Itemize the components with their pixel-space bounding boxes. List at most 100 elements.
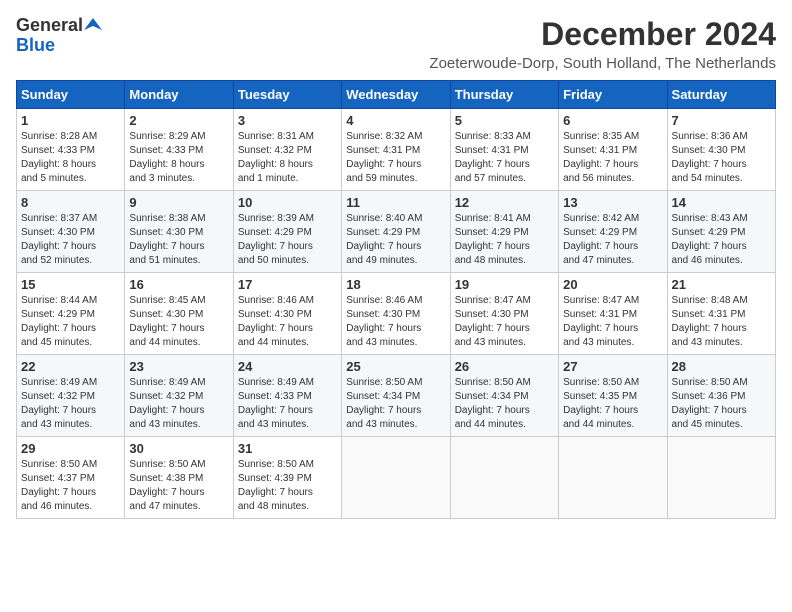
day-number: 3 [238,113,337,128]
calendar-day-cell: 11 Sunrise: 8:40 AMSunset: 4:29 PMDayligh… [342,191,450,273]
day-number: 25 [346,359,445,374]
day-info: Sunrise: 8:39 AMSunset: 4:29 PMDaylight:… [238,212,337,268]
calendar-day-cell: 28 Sunrise: 8:50 AMSunset: 4:36 PMDayligh… [667,355,775,437]
calendar-day-cell: 15 Sunrise: 8:44 AMSunset: 4:29 PMDayligh… [17,273,125,355]
day-number: 1 [21,113,120,128]
calendar-day-cell: 18 Sunrise: 8:46 AMSunset: 4:30 PMDayligh… [342,273,450,355]
day-info: Sunrise: 8:28 AMSunset: 4:33 PMDaylight:… [21,130,120,186]
calendar-day-cell: 20 Sunrise: 8:47 AMSunset: 4:31 PMDayligh… [559,273,667,355]
calendar-week-row: 22 Sunrise: 8:49 AMSunset: 4:32 PMDayligh… [17,355,776,437]
calendar-day-cell: 26 Sunrise: 8:50 AMSunset: 4:34 PMDayligh… [450,355,558,437]
calendar-day-cell [342,437,450,519]
day-info: Sunrise: 8:50 AMSunset: 4:34 PMDaylight:… [346,376,445,432]
day-number: 10 [238,195,337,210]
calendar-day-header: Sunday [17,81,125,109]
calendar-day-cell: 1 Sunrise: 8:28 AMSunset: 4:33 PMDaylight… [17,109,125,191]
day-info: Sunrise: 8:32 AMSunset: 4:31 PMDaylight:… [346,130,445,186]
day-number: 21 [672,277,771,292]
calendar-day-cell: 12 Sunrise: 8:41 AMSunset: 4:29 PMDayligh… [450,191,558,273]
day-number: 24 [238,359,337,374]
day-info: Sunrise: 8:50 AMSunset: 4:36 PMDaylight:… [672,376,771,432]
calendar-day-header: Tuesday [233,81,341,109]
calendar-day-cell: 7 Sunrise: 8:36 AMSunset: 4:30 PMDaylight… [667,109,775,191]
calendar-day-cell: 17Sunrise: 8:46 AMSunset: 4:30 PMDayligh… [233,273,341,355]
calendar-day-cell: 30Sunrise: 8:50 AMSunset: 4:38 PMDayligh… [125,437,233,519]
day-number: 15 [21,277,120,292]
day-info: Sunrise: 8:41 AMSunset: 4:29 PMDaylight:… [455,212,554,268]
day-info: Sunrise: 8:47 AMSunset: 4:31 PMDaylight:… [563,294,662,350]
day-info: Sunrise: 8:42 AMSunset: 4:29 PMDaylight:… [563,212,662,268]
day-number: 28 [672,359,771,374]
day-info: Sunrise: 8:49 AMSunset: 4:32 PMDaylight:… [129,376,228,432]
day-number: 7 [672,113,771,128]
calendar-day-cell: 25 Sunrise: 8:50 AMSunset: 4:34 PMDayligh… [342,355,450,437]
calendar-week-row: 8 Sunrise: 8:37 AMSunset: 4:30 PMDaylight… [17,191,776,273]
calendar-day-cell [559,437,667,519]
logo-general: General [16,16,83,36]
day-number: 20 [563,277,662,292]
calendar-day-cell: 21 Sunrise: 8:48 AMSunset: 4:31 PMDayligh… [667,273,775,355]
day-info: Sunrise: 8:45 AMSunset: 4:30 PMDaylight:… [129,294,228,350]
day-info: Sunrise: 8:31 AMSunset: 4:32 PMDaylight:… [238,130,337,186]
calendar-header-row: SundayMondayTuesdayWednesdayThursdayFrid… [17,81,776,109]
day-number: 4 [346,113,445,128]
day-number: 22 [21,359,120,374]
day-info: Sunrise: 8:46 AMSunset: 4:30 PMDaylight:… [346,294,445,350]
day-info: Sunrise: 8:49 AMSunset: 4:33 PMDaylight:… [238,376,337,432]
day-number: 11 [346,195,445,210]
calendar-day-header: Monday [125,81,233,109]
calendar-day-cell: 9Sunrise: 8:38 AMSunset: 4:30 PMDaylight… [125,191,233,273]
calendar-day-cell: 19Sunrise: 8:47 AMSunset: 4:30 PMDayligh… [450,273,558,355]
calendar-day-cell: 16Sunrise: 8:45 AMSunset: 4:30 PMDayligh… [125,273,233,355]
day-number: 19 [455,277,554,292]
day-info: Sunrise: 8:50 AMSunset: 4:38 PMDaylight:… [129,458,228,514]
calendar-day-header: Friday [559,81,667,109]
day-info: Sunrise: 8:36 AMSunset: 4:30 PMDaylight:… [672,130,771,186]
calendar-day-cell: 24 Sunrise: 8:49 AMSunset: 4:33 PMDayligh… [233,355,341,437]
day-info: Sunrise: 8:43 AMSunset: 4:29 PMDaylight:… [672,212,771,268]
logo-blue: Blue [16,36,55,56]
day-number: 8 [21,195,120,210]
day-info: Sunrise: 8:48 AMSunset: 4:31 PMDaylight:… [672,294,771,350]
day-number: 6 [563,113,662,128]
calendar-week-row: 15 Sunrise: 8:44 AMSunset: 4:29 PMDayligh… [17,273,776,355]
calendar-table: SundayMondayTuesdayWednesdayThursdayFrid… [16,80,776,519]
day-number: 9 [129,195,228,210]
calendar-day-cell: 6 Sunrise: 8:35 AMSunset: 4:31 PMDaylight… [559,109,667,191]
day-info: Sunrise: 8:50 AMSunset: 4:35 PMDaylight:… [563,376,662,432]
day-info: Sunrise: 8:49 AMSunset: 4:32 PMDaylight:… [21,376,120,432]
calendar-title: December 2024 [429,16,776,53]
day-number: 12 [455,195,554,210]
day-number: 18 [346,277,445,292]
day-info: Sunrise: 8:50 AMSunset: 4:37 PMDaylight:… [21,458,120,514]
calendar-day-cell: 5Sunrise: 8:33 AMSunset: 4:31 PMDaylight… [450,109,558,191]
calendar-day-cell: 29 Sunrise: 8:50 AMSunset: 4:37 PMDayligh… [17,437,125,519]
day-info: Sunrise: 8:44 AMSunset: 4:29 PMDaylight:… [21,294,120,350]
day-info: Sunrise: 8:29 AMSunset: 4:33 PMDaylight:… [129,130,228,186]
day-number: 23 [129,359,228,374]
day-number: 2 [129,113,228,128]
day-info: Sunrise: 8:50 AMSunset: 4:34 PMDaylight:… [455,376,554,432]
logo: General Blue [16,16,102,56]
calendar-week-row: 1 Sunrise: 8:28 AMSunset: 4:33 PMDaylight… [17,109,776,191]
calendar-subtitle: Zoeterwoude-Dorp, South Holland, The Net… [429,55,776,72]
day-info: Sunrise: 8:35 AMSunset: 4:31 PMDaylight:… [563,130,662,186]
calendar-day-cell: 2 Sunrise: 8:29 AMSunset: 4:33 PMDaylight… [125,109,233,191]
calendar-day-cell: 13 Sunrise: 8:42 AMSunset: 4:29 PMDayligh… [559,191,667,273]
day-number: 29 [21,441,120,456]
day-number: 26 [455,359,554,374]
day-number: 13 [563,195,662,210]
day-info: Sunrise: 8:50 AMSunset: 4:39 PMDaylight:… [238,458,337,514]
day-number: 5 [455,113,554,128]
day-info: Sunrise: 8:40 AMSunset: 4:29 PMDaylight:… [346,212,445,268]
calendar-day-cell [450,437,558,519]
calendar-day-cell: 3 Sunrise: 8:31 AMSunset: 4:32 PMDaylight… [233,109,341,191]
logo-bird-icon [84,16,102,34]
day-number: 14 [672,195,771,210]
calendar-day-header: Thursday [450,81,558,109]
day-info: Sunrise: 8:37 AMSunset: 4:30 PMDaylight:… [21,212,120,268]
day-number: 27 [563,359,662,374]
calendar-day-cell: 23 Sunrise: 8:49 AMSunset: 4:32 PMDayligh… [125,355,233,437]
day-number: 31 [238,441,337,456]
day-number: 17 [238,277,337,292]
